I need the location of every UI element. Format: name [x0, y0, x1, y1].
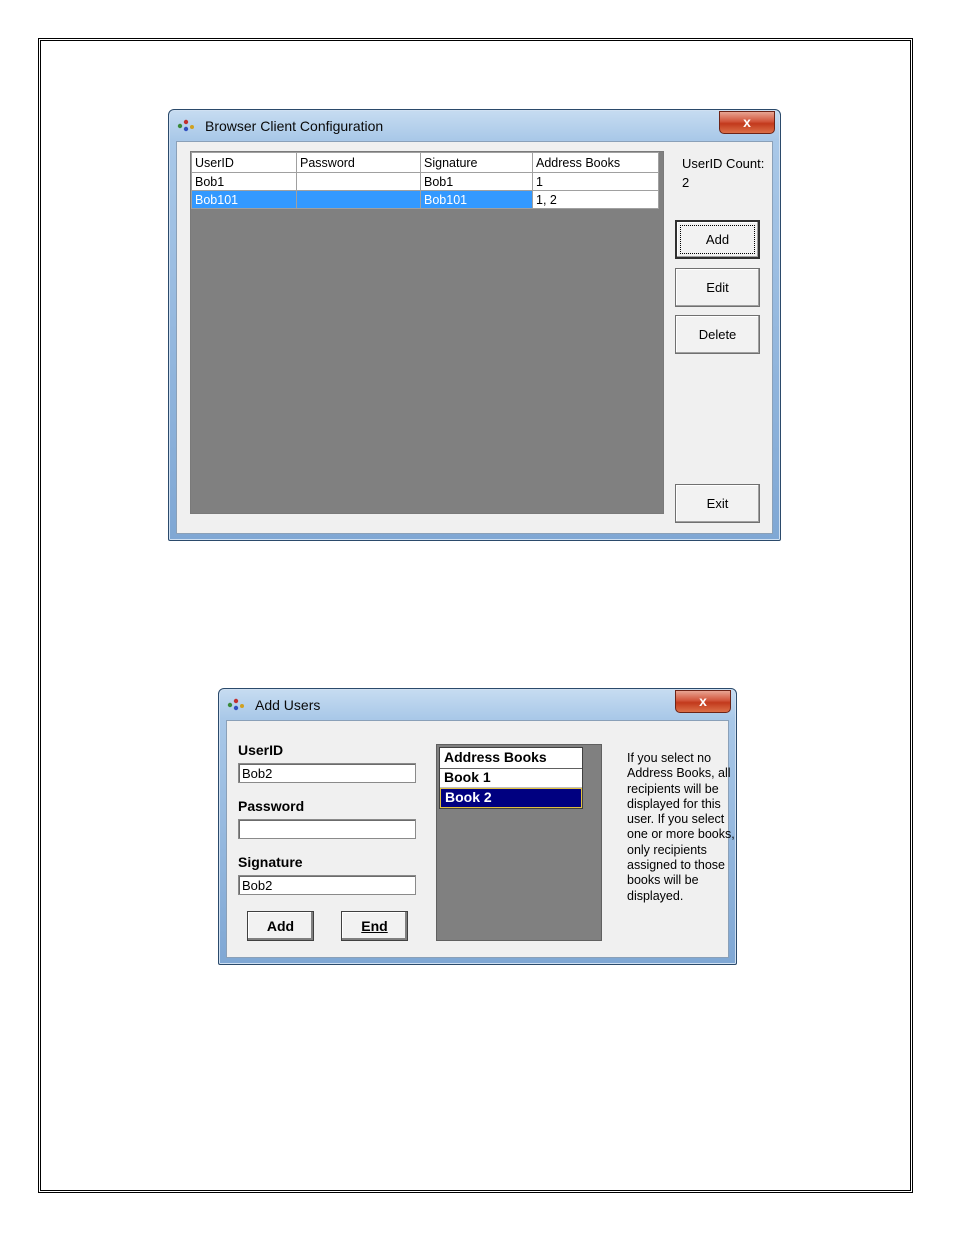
- exit-button-label: Exit: [706, 496, 729, 511]
- column-header-password[interactable]: Password: [296, 152, 421, 173]
- browser-client-configuration-window: Browser Client Configuration x UserID Pa…: [168, 109, 781, 541]
- table-row-selected[interactable]: Bob101 Bob101 1, 2: [191, 190, 659, 209]
- table-row[interactable]: Bob1 Bob1 1: [191, 172, 659, 191]
- cell-signature[interactable]: Bob1: [420, 172, 533, 191]
- delete-button-label: Delete: [698, 327, 737, 342]
- client-area: UserID Password Signature Add End Addres…: [226, 720, 735, 958]
- signature-label: Signature: [238, 854, 303, 870]
- password-label: Password: [238, 798, 305, 814]
- cell-address-books[interactable]: 1: [532, 172, 659, 191]
- close-button[interactable]: x: [675, 690, 731, 713]
- userid-count-label: UserID Count:: [682, 156, 765, 171]
- end-button-label: End: [361, 918, 388, 934]
- column-header-userid[interactable]: UserID: [191, 152, 297, 173]
- userid-input[interactable]: [238, 763, 416, 783]
- close-icon: x: [699, 693, 707, 709]
- exit-button[interactable]: Exit: [675, 484, 760, 523]
- add-button-label: Add: [705, 232, 730, 247]
- add-button-label: Add: [266, 918, 295, 934]
- cell-password[interactable]: [296, 190, 421, 209]
- userid-label: UserID: [238, 742, 284, 758]
- app-icon: [177, 119, 194, 132]
- cell-address-books[interactable]: 1, 2: [532, 190, 659, 209]
- edit-button[interactable]: Edit: [675, 268, 760, 307]
- cell-signature[interactable]: Bob101: [420, 190, 533, 209]
- window-title: Browser Client Configuration: [205, 118, 384, 134]
- client-area: UserID Password Signature Address Books …: [176, 141, 773, 534]
- address-books-listbox[interactable]: Address Books Book 1 Book 2: [439, 747, 583, 809]
- cell-userid[interactable]: Bob101: [191, 190, 297, 209]
- close-button[interactable]: x: [719, 111, 775, 134]
- list-item-book-1[interactable]: Book 1: [440, 769, 582, 788]
- users-grid[interactable]: UserID Password Signature Address Books …: [190, 151, 664, 514]
- password-input[interactable]: [238, 819, 416, 839]
- help-text: If you select no Address Books, all reci…: [627, 751, 735, 903]
- cell-password[interactable]: [296, 172, 421, 191]
- column-header-address-books[interactable]: Address Books: [532, 152, 659, 173]
- cell-userid[interactable]: Bob1: [191, 172, 297, 191]
- add-button[interactable]: Add: [675, 220, 760, 259]
- users-table: UserID Password Signature Address Books …: [191, 152, 659, 209]
- app-icon: [227, 698, 244, 711]
- signature-input[interactable]: [238, 875, 416, 895]
- add-button[interactable]: Add: [247, 911, 314, 941]
- list-item-book-2-selected[interactable]: Book 2: [440, 788, 582, 808]
- title-bar[interactable]: Add Users x: [219, 689, 736, 719]
- end-button[interactable]: End: [341, 911, 408, 941]
- add-users-window: Add Users x UserID Password Signature Ad…: [218, 688, 737, 965]
- address-books-panel: Address Books Book 1 Book 2: [436, 744, 602, 941]
- delete-button[interactable]: Delete: [675, 315, 760, 354]
- window-title: Add Users: [255, 697, 321, 713]
- listbox-header: Address Books: [440, 748, 582, 769]
- header-row: UserID Password Signature Address Books: [191, 152, 659, 173]
- title-bar[interactable]: Browser Client Configuration x: [169, 110, 780, 140]
- edit-button-label: Edit: [706, 280, 729, 295]
- userid-count-value: 2: [682, 175, 690, 190]
- column-header-signature[interactable]: Signature: [420, 152, 533, 173]
- close-icon: x: [743, 114, 751, 130]
